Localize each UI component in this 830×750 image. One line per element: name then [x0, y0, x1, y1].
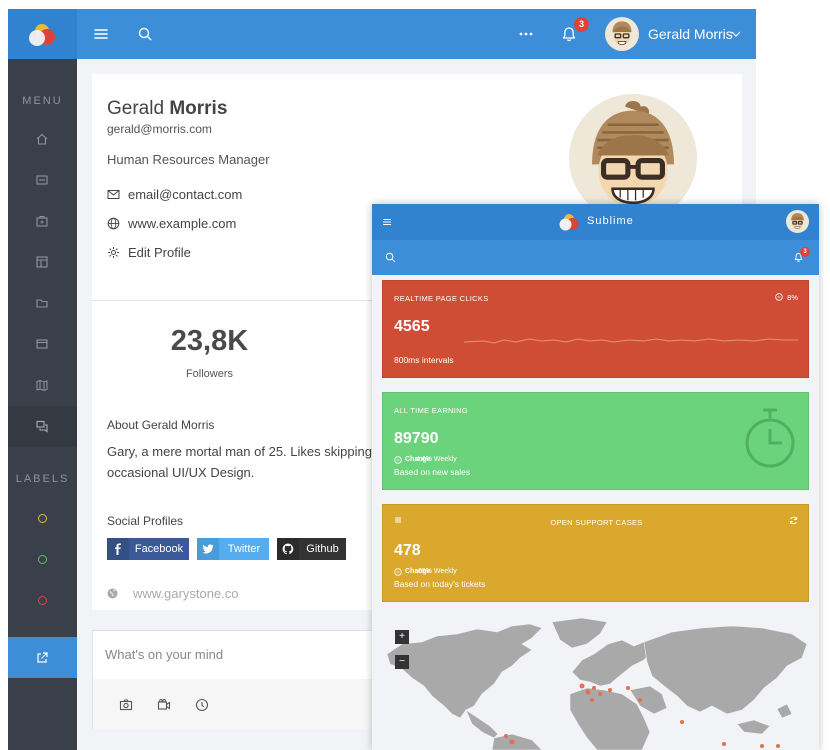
profile-email: gerald@morris.com — [107, 122, 212, 136]
layout-icon — [36, 256, 48, 268]
tile-change-pct: .65% Weekly — [416, 568, 457, 575]
avatar[interactable] — [786, 210, 809, 233]
camera-icon[interactable] — [119, 698, 133, 712]
label-dot-green[interactable] — [38, 555, 47, 564]
search-icon[interactable] — [135, 24, 155, 44]
chevron-down-icon[interactable] — [730, 28, 742, 40]
window-icon — [36, 339, 48, 349]
tile-title: REALTIME PAGE CLICKS — [394, 294, 489, 303]
profile-avatar — [569, 94, 697, 222]
edit-profile-text: Edit Profile — [128, 245, 191, 260]
mobile-search-bar — [372, 240, 819, 275]
external-link-icon — [37, 652, 48, 663]
tile-title: OPEN SUPPORT CASES — [550, 518, 643, 527]
tile-percent-value: 8% — [787, 293, 798, 302]
github-label: Github — [306, 543, 339, 555]
refresh-icon[interactable] — [789, 516, 798, 525]
map-icon — [36, 379, 48, 392]
sidebar-item-layout[interactable] — [8, 242, 77, 283]
social-profiles-title: Social Profiles — [107, 514, 184, 528]
open-support-cases-tile: OPEN SUPPORT CASES 478 .65% Weekly Chang… — [382, 504, 809, 602]
tile-subtitle: 800ms intervals — [394, 355, 454, 365]
twitter-icon — [197, 538, 219, 560]
tile-value: 478 — [394, 542, 421, 559]
twitter-button[interactable]: Twitter — [197, 538, 269, 560]
avatar[interactable] — [605, 17, 639, 51]
tile-subtitle: Based on today's tickets — [394, 579, 486, 589]
followers-count: 23,8K — [170, 325, 249, 357]
twitter-label: Twitter — [227, 543, 261, 555]
inbox-icon — [36, 175, 48, 185]
gear-icon — [108, 247, 119, 258]
app-name: Sublime — [587, 215, 634, 227]
clock-icon — [394, 568, 402, 576]
globe-icon — [107, 217, 120, 230]
label-dot-red[interactable] — [38, 596, 47, 605]
hamburger-menu-icon[interactable] — [382, 217, 392, 227]
realtime-sparkline — [463, 338, 798, 344]
home-icon — [36, 133, 48, 145]
facebook-icon — [107, 538, 129, 560]
clock-icon — [775, 293, 783, 301]
sidebar-item-window[interactable] — [8, 324, 77, 365]
chat-icon — [36, 420, 48, 433]
clock-icon — [394, 456, 402, 464]
hamburger-menu-icon[interactable] — [91, 24, 111, 44]
profile-name: Gerald Morris — [107, 98, 227, 120]
more-options-icon[interactable] — [516, 24, 536, 44]
tile-subtitle: Based on new sales — [394, 467, 471, 477]
notification-badge: 3 — [800, 247, 810, 257]
profile-role: Human Resources Manager — [107, 152, 270, 167]
envelope-icon — [107, 190, 120, 199]
sidebar-edit-button[interactable] — [8, 637, 77, 678]
sidebar-item-inbox[interactable] — [8, 160, 77, 201]
profile-last-name: Morris — [169, 98, 228, 119]
tile-change-text: 4.6% Weekly Change — [405, 456, 457, 463]
tile-title: ALL TIME EARNING — [394, 406, 468, 415]
user-name[interactable]: Gerald Morris — [648, 26, 733, 42]
medkit-icon — [36, 215, 48, 227]
tile-percent: 8% — [775, 293, 798, 302]
website-footer-text: www.garystone.co — [133, 586, 239, 601]
github-icon — [277, 538, 299, 560]
contact-email-text: email@contact.com — [128, 187, 243, 202]
brand-logo — [559, 214, 579, 231]
sidebar-item-home[interactable] — [8, 119, 77, 160]
about-text: Gary, a mere mortal man of 25. Likes ski… — [107, 444, 372, 480]
world-map[interactable]: + − — [382, 614, 809, 750]
globe-icon — [107, 588, 118, 599]
label-dot-yellow[interactable] — [38, 514, 47, 523]
notification-badge: 3 — [574, 17, 589, 32]
sidebar-menu-heading: MENU — [22, 95, 63, 107]
stopwatch-icon — [745, 408, 795, 468]
zoom-in-button[interactable]: + — [395, 630, 409, 644]
profile-first-name: Gerald — [107, 98, 165, 119]
tile-value: 89790 — [394, 430, 439, 447]
sidebar-item-medical[interactable] — [8, 201, 77, 242]
sidebar-labels-heading: LABELS — [15, 473, 70, 485]
top-navbar: 3 Gerald Morris — [8, 9, 756, 59]
website-text: www.example.com — [128, 216, 237, 231]
followers-label: Followers — [185, 368, 234, 380]
realtime-clicks-tile: REALTIME PAGE CLICKS 8% 4565 800ms inter… — [382, 280, 809, 378]
sidebar-item-chat[interactable] — [8, 406, 77, 447]
about-title: About Gerald Morris — [107, 418, 215, 432]
zoom-out-button[interactable]: − — [395, 655, 409, 669]
tile-change-pct: 4.6% Weekly — [416, 456, 457, 463]
clock-icon[interactable] — [195, 698, 209, 712]
folder-icon — [36, 299, 48, 308]
sidebar-item-folder[interactable] — [8, 283, 77, 324]
github-button[interactable]: Github — [277, 538, 346, 560]
all-time-earning-tile: ALL TIME EARNING 89790 4.6% Weekly Chang… — [382, 392, 809, 490]
brand-logo[interactable] — [8, 9, 77, 59]
facebook-button[interactable]: Facebook — [107, 538, 189, 560]
facebook-label: Facebook — [134, 543, 184, 555]
tile-change-text: .65% Weekly Change — [405, 568, 457, 575]
video-camera-icon[interactable] — [157, 698, 171, 712]
search-icon[interactable] — [385, 252, 396, 263]
mobile-dashboard: Sublime 3 REALTIME PAGE CLICKS 8% 4565 8… — [372, 204, 819, 750]
sidebar-item-map[interactable] — [8, 365, 77, 406]
